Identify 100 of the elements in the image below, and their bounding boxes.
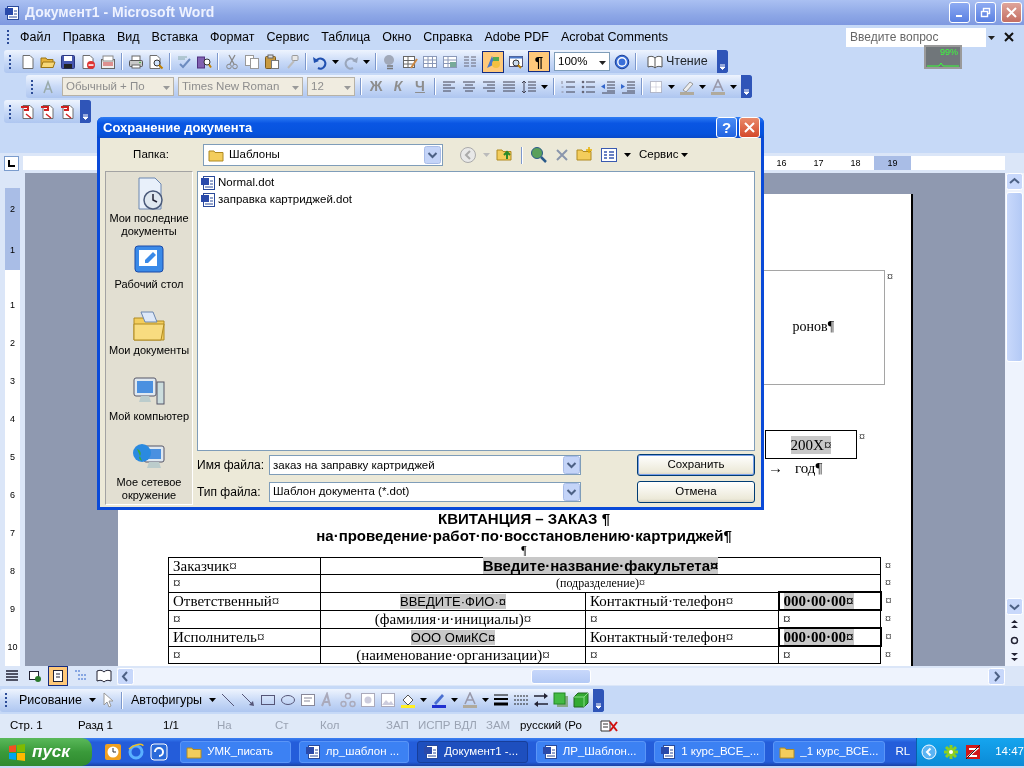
scroll-right-icon[interactable] [988, 667, 1005, 685]
places-item[interactable]: Мои документы [106, 308, 192, 372]
restore-icon[interactable] [980, 7, 991, 18]
caret-icon[interactable] [88, 698, 96, 702]
save-button[interactable]: Сохранить [637, 454, 755, 476]
taskbar-button[interactable]: Документ1 -... [417, 741, 528, 763]
line-style-icon[interactable] [493, 692, 510, 708]
places-item[interactable]: Рабочий стол [106, 242, 192, 306]
fill-color-icon[interactable] [400, 692, 417, 708]
drawing-menu[interactable]: Рисование [16, 692, 85, 708]
copy-icon[interactable] [244, 53, 260, 70]
save-icon[interactable] [60, 53, 76, 70]
menu-item[interactable]: Вставка [145, 27, 205, 47]
scroll-down-icon[interactable] [1006, 598, 1023, 615]
toolbar-options-icon[interactable] [80, 100, 91, 123]
start-button[interactable]: пуск [0, 738, 93, 766]
language-indicator[interactable]: RL [895, 745, 911, 759]
pdf-document-icon[interactable] [60, 103, 76, 120]
close-icon[interactable] [1002, 30, 1016, 44]
close-button[interactable] [1001, 2, 1022, 23]
menu-item[interactable]: Формат [204, 27, 261, 47]
clock-icon[interactable] [104, 743, 123, 761]
normal-view-icon[interactable] [4, 668, 20, 684]
new-document-icon[interactable] [20, 53, 36, 70]
menu-item[interactable]: Справка [417, 27, 479, 47]
folder-combobox[interactable]: Шаблоны [203, 144, 443, 166]
toolbar-handle[interactable] [9, 54, 13, 69]
zoom-combobox[interactable]: 100% [554, 52, 610, 71]
caret-icon[interactable] [482, 698, 490, 702]
taskbar-button[interactable]: 1 курс_ВСЕ_... [654, 741, 766, 763]
print-preview-icon[interactable] [148, 53, 164, 70]
help-icon[interactable] [614, 53, 630, 70]
dash-style-icon[interactable] [513, 692, 530, 708]
file-item[interactable]: заправка картриджей.dot [200, 191, 352, 208]
formatting-marks-button[interactable]: ¶ [528, 51, 550, 72]
scroll-left-icon[interactable] [117, 667, 134, 685]
pdf-document-icon[interactable] [40, 103, 56, 120]
tools-menu[interactable]: Сервис [637, 148, 691, 162]
pdf-document-icon[interactable] [20, 103, 36, 120]
cut-icon[interactable] [224, 53, 240, 70]
places-item[interactable]: Мое сетевое окружение [106, 440, 192, 504]
views-icon[interactable] [600, 146, 618, 164]
chevron-icon[interactable] [921, 744, 938, 760]
caret-icon[interactable] [451, 698, 459, 702]
book-icon[interactable] [647, 53, 663, 70]
web-search-icon[interactable] [530, 146, 548, 164]
web-view-icon[interactable] [27, 668, 43, 684]
oval-icon[interactable] [280, 692, 297, 708]
toolbar-options-icon[interactable] [593, 688, 605, 712]
file-item[interactable]: Normal.dot [200, 174, 275, 191]
spreadsheet-icon[interactable] [442, 53, 458, 70]
taskbar-button[interactable]: УМК_писать [180, 741, 291, 763]
text-box-icon[interactable] [300, 692, 317, 708]
paste-icon[interactable] [264, 53, 280, 70]
table-pencil-icon[interactable] [402, 53, 418, 70]
tab-stop-icon[interactable] [4, 155, 19, 171]
menu-item[interactable]: Adobe PDF [478, 27, 555, 47]
scroll-up-icon[interactable] [1006, 173, 1023, 190]
close-button[interactable] [739, 117, 760, 138]
minimize-button[interactable] [949, 2, 970, 23]
file-name-field[interactable]: заказ на заправку картриджей [270, 456, 563, 474]
print-layout-icon[interactable] [50, 668, 66, 684]
scroll-thumb[interactable] [531, 668, 591, 684]
folder-up-icon[interactable] [496, 146, 514, 164]
taskbar-button[interactable]: лр_шаблон ... [298, 741, 410, 763]
restore-button[interactable] [975, 2, 996, 23]
caret-icon[interactable] [209, 698, 217, 702]
menu-item[interactable]: Таблица [315, 27, 377, 47]
table-icon[interactable] [422, 53, 438, 70]
font-color-icon[interactable] [462, 692, 479, 708]
rectangle-icon[interactable] [260, 692, 277, 708]
update-icon[interactable] [150, 743, 169, 761]
help-search-field[interactable]: Введите вопрос [846, 27, 986, 47]
file-name-combobox[interactable]: заказ на заправку картриджей [269, 455, 581, 475]
autoshapes-menu[interactable]: Автофигуры [127, 692, 206, 708]
help-button[interactable]: ? [716, 117, 737, 138]
arrow-style-icon[interactable] [533, 692, 550, 708]
cancel-button[interactable]: Отмена [637, 481, 755, 503]
print-icon[interactable] [128, 53, 144, 70]
reading-view-icon[interactable] [96, 668, 112, 684]
caret-icon[interactable] [332, 59, 339, 64]
menu-item[interactable]: Вид [110, 27, 146, 47]
cube-icon[interactable] [573, 692, 590, 708]
reading-button[interactable]: Чтение [642, 51, 713, 72]
line-icon[interactable] [220, 692, 237, 708]
menu-item[interactable]: Файл [14, 27, 57, 47]
research-icon[interactable] [196, 53, 212, 70]
email-icon[interactable] [100, 53, 116, 70]
arrow-icon[interactable] [240, 692, 257, 708]
taskbar-button[interactable]: _1 курс_ВСЕ... [773, 741, 885, 763]
places-item[interactable]: Мои последние документы [106, 176, 192, 240]
toolbar-handle[interactable] [9, 104, 13, 119]
caret-icon[interactable] [363, 59, 370, 64]
permission-icon[interactable] [80, 53, 96, 70]
menu-item[interactable]: Сервис [260, 27, 316, 47]
clip-art-icon[interactable] [360, 692, 377, 708]
menu-item[interactable]: Правка [56, 27, 111, 47]
scroll-thumb[interactable] [1006, 192, 1023, 362]
document-map-icon[interactable] [508, 53, 524, 70]
toolbar-options-icon[interactable] [716, 50, 728, 73]
